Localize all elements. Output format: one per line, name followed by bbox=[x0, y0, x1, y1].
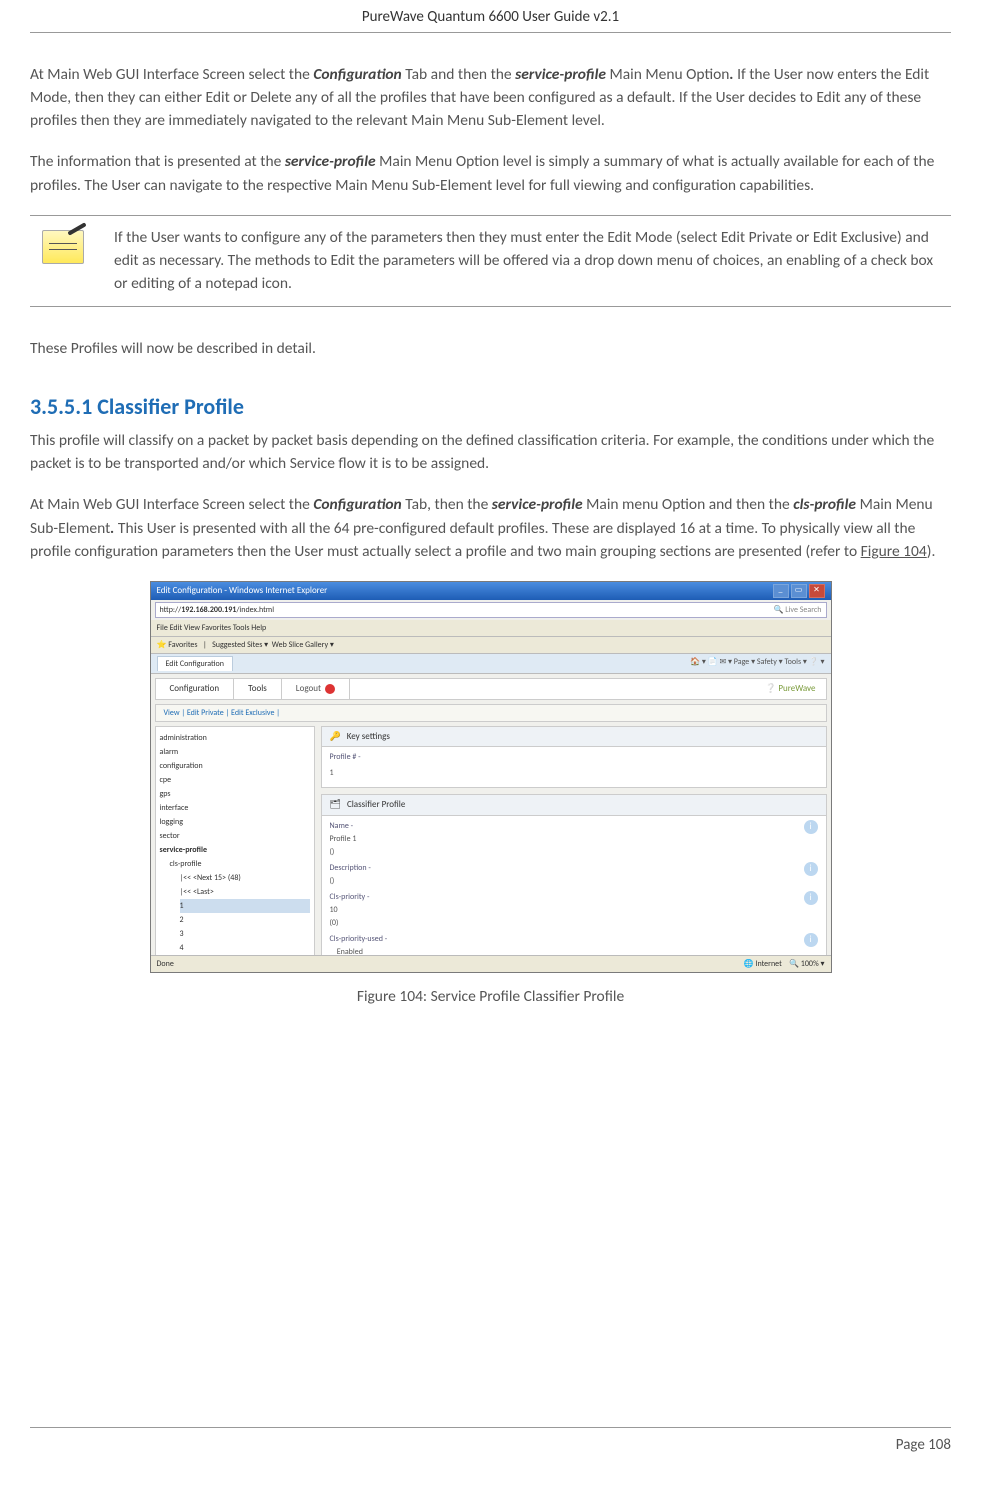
paragraph-4: This profile will classify on a packet b… bbox=[30, 429, 951, 476]
page-number: Page 108 bbox=[896, 1436, 951, 1454]
note-box: If the User wants to configure any of th… bbox=[30, 215, 951, 307]
status-done: Done bbox=[157, 958, 174, 970]
note-icon bbox=[30, 222, 114, 300]
panel-key-settings: 🔑Key settings Profile # - 1 bbox=[321, 726, 827, 789]
paragraph-1: At Main Web GUI Interface Screen select … bbox=[30, 63, 951, 133]
section-title: Classifier Profile bbox=[97, 393, 244, 420]
tree-item[interactable]: cpe bbox=[160, 773, 310, 787]
doc-header: PureWave Quantum 6600 User Guide v2.1 bbox=[30, 0, 951, 33]
note-text: If the User wants to configure any of th… bbox=[114, 222, 951, 300]
section-heading: 3.5.5.1 Classifier Profile bbox=[30, 390, 951, 423]
tree-num[interactable]: 4 bbox=[180, 941, 310, 955]
tree-item[interactable]: gps bbox=[160, 787, 310, 801]
tree-nav[interactable]: |<< <Next 15> (48) bbox=[180, 871, 310, 885]
info-icon[interactable]: i bbox=[804, 891, 818, 905]
status-bar: Done 🌐 Internet 🔍 100% ▾ bbox=[151, 955, 831, 972]
panel-title: Key settings bbox=[347, 730, 390, 744]
zoom-level: 100% bbox=[801, 959, 819, 969]
tree-item[interactable]: alarm bbox=[160, 745, 310, 759]
page-footer: Page 108 bbox=[30, 1427, 951, 1457]
logout-button[interactable]: Logout bbox=[282, 679, 350, 699]
paragraph-3: These Profiles will now be described in … bbox=[30, 337, 951, 360]
brand-label: PureWave bbox=[778, 683, 815, 694]
doc-title: PureWave Quantum 6600 User Guide v2.1 bbox=[362, 8, 619, 26]
tree-item[interactable]: administration bbox=[160, 731, 310, 745]
tab-tools[interactable]: Tools bbox=[234, 679, 282, 699]
browser-menu[interactable]: File Edit View Favorites Tools Help bbox=[151, 620, 831, 637]
favorites-bar[interactable]: ⭐ Favorites | Suggested Sites ▾ Web Slic… bbox=[151, 637, 831, 654]
tree-item-service-profile[interactable]: service-profile bbox=[160, 843, 310, 857]
minimize-button[interactable]: _ bbox=[773, 584, 789, 598]
tree-num[interactable]: 2 bbox=[180, 913, 310, 927]
browser-page-tools[interactable]: 🏠 ▾ 📄 ✉ ▾ Page ▾ Safety ▾ Tools ▾ ❔ ▾ bbox=[690, 656, 824, 668]
panel-title: Classifier Profile bbox=[347, 798, 405, 812]
maximize-button[interactable]: ▭ bbox=[791, 584, 807, 598]
tab-configuration[interactable]: Configuration bbox=[156, 679, 235, 699]
stop-icon bbox=[325, 684, 335, 694]
status-zone: Internet bbox=[755, 959, 781, 969]
window-titlebar: Edit Configuration - Windows Internet Ex… bbox=[151, 582, 831, 600]
paragraph-5: At Main Web GUI Interface Screen select … bbox=[30, 493, 951, 563]
info-icon[interactable]: i bbox=[804, 820, 818, 834]
tree-item[interactable]: sector bbox=[160, 829, 310, 843]
figure-caption: Figure 104: Service Profile Classifier P… bbox=[30, 985, 951, 1008]
section-number: 3.5.5.1 bbox=[30, 393, 92, 420]
panel-classifier-profile: 🗂Classifier Profile iName -Profile 1() i… bbox=[321, 794, 827, 973]
tree-num[interactable]: 1 bbox=[180, 899, 310, 913]
tree-item[interactable]: interface bbox=[160, 801, 310, 815]
tree-num[interactable]: 3 bbox=[180, 927, 310, 941]
tree-nav[interactable]: |<< <Last> bbox=[180, 885, 310, 899]
figure-link[interactable]: Figure 104 bbox=[861, 542, 927, 561]
tree-item[interactable]: configuration bbox=[160, 759, 310, 773]
view-mode-bar[interactable]: View | Edit Private | Edit Exclusive | bbox=[155, 704, 827, 722]
info-icon[interactable]: i bbox=[804, 862, 818, 876]
window-title: Edit Configuration - Windows Internet Ex… bbox=[157, 584, 328, 598]
figure-screenshot: Edit Configuration - Windows Internet Ex… bbox=[150, 581, 832, 973]
main-panel-area: 🔑Key settings Profile # - 1 🗂Classifier … bbox=[315, 726, 827, 974]
paragraph-2: The information that is presented at the… bbox=[30, 150, 951, 197]
browser-tab[interactable]: Edit Configuration bbox=[157, 656, 233, 671]
tree-item[interactable]: logging bbox=[160, 815, 310, 829]
tree-item-cls-profile[interactable]: cls-profile bbox=[170, 857, 310, 871]
browser-tab-bar: 🏠 ▾ 📄 ✉ ▾ Page ▾ Safety ▾ Tools ▾ ❔ ▾ Ed… bbox=[151, 654, 831, 674]
close-button[interactable]: ✕ bbox=[809, 584, 825, 598]
nav-tree[interactable]: administration alarm configuration cpe g… bbox=[155, 726, 315, 974]
info-icon[interactable]: i bbox=[804, 933, 818, 947]
address-bar[interactable]: http://192.168.200.191/index.html 🔍 Live… bbox=[155, 602, 827, 618]
app-toolbar: Configuration Tools Logout ❔ PureWave bbox=[155, 678, 827, 700]
